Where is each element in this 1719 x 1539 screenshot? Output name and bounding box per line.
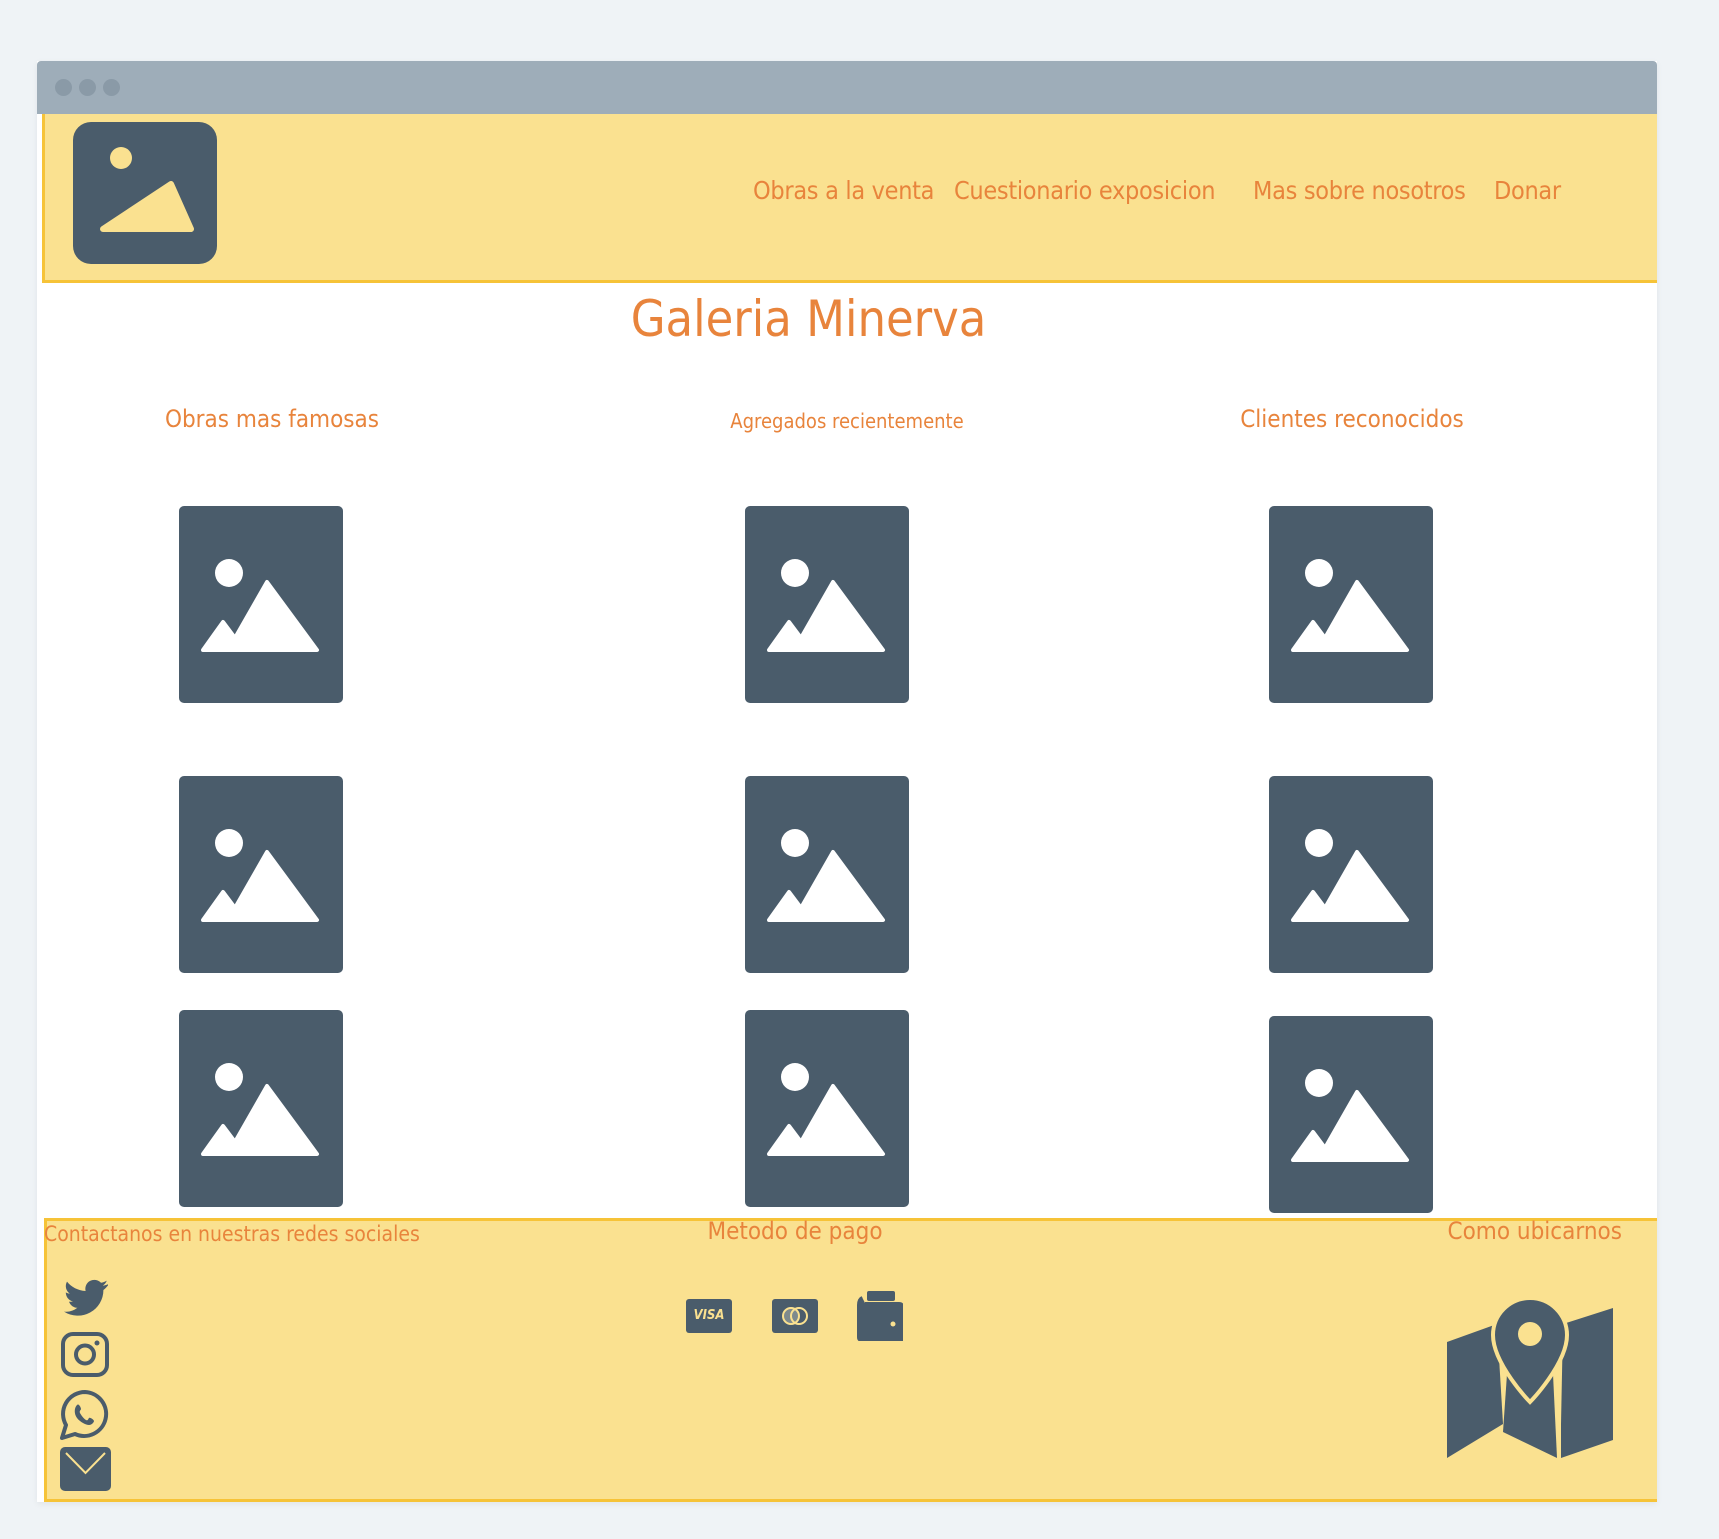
image-icon	[201, 829, 319, 922]
image-icon	[767, 829, 885, 922]
image-icon	[201, 1063, 319, 1156]
artwork-image-placeholder[interactable]	[745, 506, 909, 703]
map-location-icon[interactable]	[1445, 1294, 1615, 1458]
nav-donar[interactable]: Donar	[1494, 176, 1561, 205]
page-title: Galeria Minerva	[630, 290, 987, 348]
footer-contact-heading: Contactanos en nuestras redes sociales	[44, 1222, 420, 1246]
nav-obras-venta[interactable]: Obras a la venta	[753, 176, 934, 205]
whatsapp-icon[interactable]	[58, 1388, 112, 1442]
window-dot-close[interactable]	[55, 79, 72, 96]
nav-nosotros[interactable]: Mas sobre nosotros	[1253, 176, 1466, 205]
visa-icon: VISA	[686, 1299, 732, 1333]
mastercard-icon	[772, 1299, 818, 1333]
window-dot-minimize[interactable]	[79, 79, 96, 96]
section-heading-clientes: Clientes reconocidos	[1240, 405, 1464, 433]
mail-icon[interactable]	[60, 1447, 111, 1491]
image-icon	[767, 559, 885, 652]
section-heading-recientes: Agregados recientemente	[730, 409, 964, 433]
artwork-image-placeholder[interactable]	[179, 1010, 343, 1207]
nav-cuestionario[interactable]: Cuestionario exposicion	[954, 176, 1216, 205]
footer-location-heading: Como ubicarnos	[1447, 1217, 1622, 1245]
instagram-icon[interactable]	[60, 1331, 110, 1378]
image-icon	[767, 1063, 885, 1156]
image-icon	[1291, 559, 1409, 652]
artwork-image-placeholder[interactable]	[1269, 1016, 1433, 1213]
artwork-image-placeholder[interactable]	[179, 506, 343, 703]
footer-payment-heading: Metodo de pago	[707, 1217, 883, 1245]
window-titlebar	[37, 61, 1657, 114]
artwork-image-placeholder[interactable]	[1269, 776, 1433, 973]
image-icon	[201, 559, 319, 652]
wallet-icon	[857, 1291, 903, 1341]
window-dot-maximize[interactable]	[103, 79, 120, 96]
artwork-image-placeholder[interactable]	[745, 776, 909, 973]
site-footer	[44, 1218, 1657, 1502]
image-icon	[1291, 1069, 1409, 1162]
image-icon	[1291, 829, 1409, 922]
logo-image-icon[interactable]	[73, 122, 217, 264]
section-heading-famosas: Obras mas famosas	[164, 405, 380, 433]
artwork-image-placeholder[interactable]	[745, 1010, 909, 1207]
artwork-image-placeholder[interactable]	[179, 776, 343, 973]
artwork-image-placeholder[interactable]	[1269, 506, 1433, 703]
twitter-icon[interactable]	[58, 1275, 114, 1323]
